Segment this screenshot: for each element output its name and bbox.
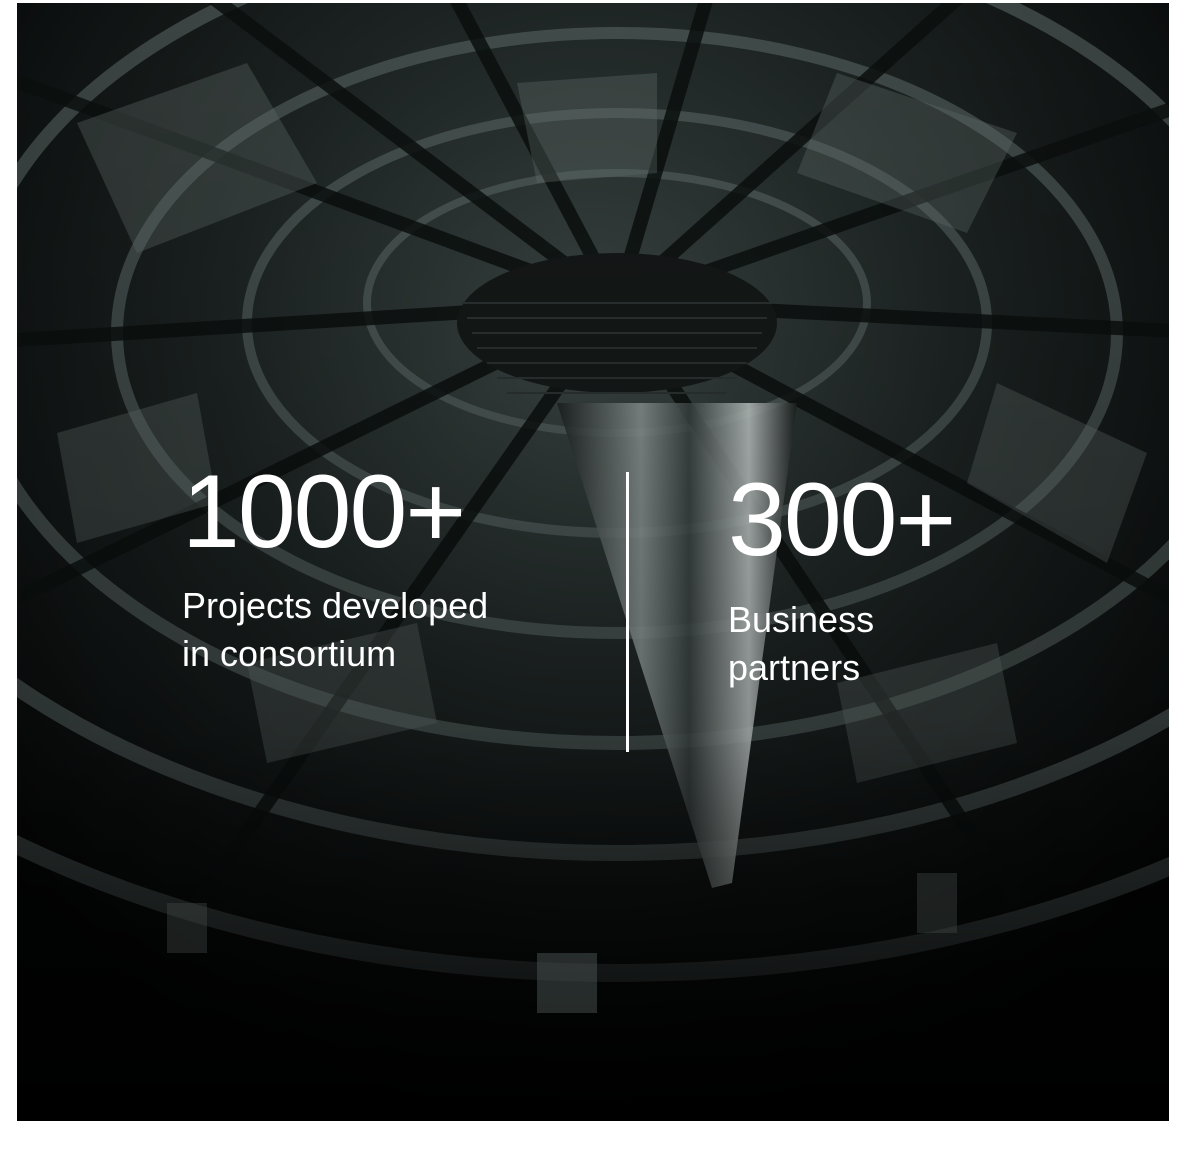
stats-divider (626, 472, 629, 752)
stats-hero-panel: 1000+ Projects developed in consortium 3… (17, 3, 1169, 1121)
stat-partners-label: Business partners (728, 599, 875, 688)
stat-projects-value: 1000+ (182, 454, 466, 570)
stat-projects: 1000+ Projects developed in consortium (182, 460, 582, 678)
stat-partners-value: 300+ (728, 462, 956, 578)
stat-projects-label: Projects developed in consortium (182, 585, 489, 674)
stat-partners: 300+ Business partners (728, 468, 1028, 692)
